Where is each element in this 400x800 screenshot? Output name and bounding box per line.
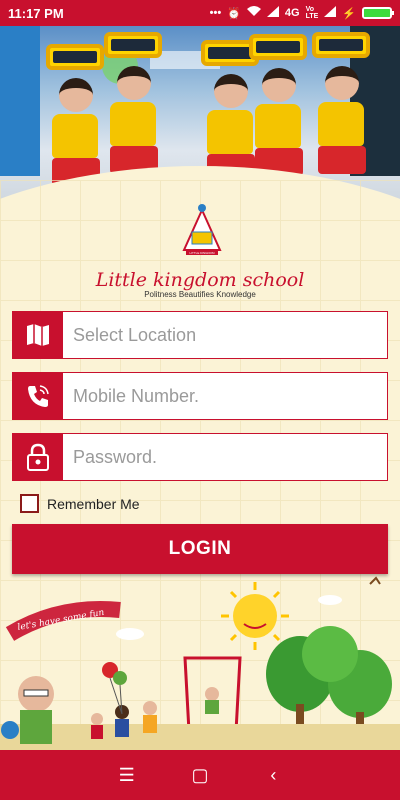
mobile-input[interactable] [63,373,387,419]
location-select[interactable] [63,312,387,358]
alarm-icon: ⏰ [227,7,241,20]
remember-me[interactable]: Remember Me [20,494,140,513]
charging-icon: ⚡ [342,7,356,20]
status-time: 11:17 PM [8,5,64,21]
map-icon [13,312,63,358]
remember-label: Remember Me [47,495,140,512]
signal-icon [266,6,279,20]
signal-icon-2 [324,6,337,20]
school-tagline: Politness Beautifies Knowledge [144,290,256,299]
hero-image [0,26,400,204]
wifi-icon [246,6,261,20]
password-input[interactable] [63,434,387,480]
status-bar: 11:17 PM ••• ⏰ 4G Vo LTE ⚡ [0,0,400,26]
menu-icon[interactable]: ☰ [112,765,142,786]
lock-icon [13,434,63,480]
more-icon: ••• [209,7,222,19]
school-name: Little kingdom school [95,269,305,291]
school-logo: LITTLE KINGDOM [182,204,222,255]
mobile-field[interactable] [12,372,388,420]
navigation-bar: ☰ ▢ ‹ [0,750,400,800]
home-icon[interactable]: ▢ [185,765,215,786]
location-field[interactable] [12,311,388,359]
kids-illustration: let's have some fun [0,576,400,750]
network-type: 4G [284,7,300,19]
battery-icon [362,7,394,19]
phone-icon [13,373,63,419]
back-icon[interactable]: ‹ [258,765,288,786]
login-button[interactable]: LOGIN [12,524,388,574]
remember-checkbox[interactable] [20,494,39,513]
password-field[interactable] [12,433,388,481]
logo-text: LITTLE KINGDOM [189,251,215,255]
volte-icon: Vo LTE [305,6,319,20]
